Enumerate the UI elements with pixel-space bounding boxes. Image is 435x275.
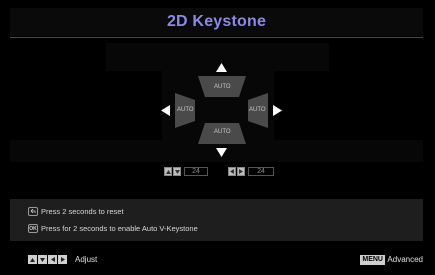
top-auto-label: AUTO <box>214 84 231 90</box>
horizontal-keystone-control[interactable]: 24 <box>228 166 274 177</box>
menu-key-icon[interactable]: MENU <box>360 255 385 265</box>
adjust-keys: Adjust <box>28 255 97 264</box>
right-arrow-icon[interactable] <box>273 105 282 116</box>
advanced-label: Advanced <box>387 255 423 264</box>
up-key-icon <box>164 167 172 176</box>
reset-hint-text: Press 2 seconds to reset <box>41 207 124 216</box>
right-key-icon <box>58 255 67 264</box>
right-auto-label: AUTO <box>249 107 266 113</box>
left-key-icon <box>48 255 57 264</box>
bottom-auto-label: AUTO <box>214 129 231 135</box>
down-key-icon <box>38 255 47 264</box>
left-key-icon <box>228 167 236 176</box>
up-arrow-icon[interactable] <box>216 63 227 72</box>
down-key-icon <box>173 167 181 176</box>
left-arrow-icon[interactable] <box>161 105 170 116</box>
footer-bar: Adjust MENU Advanced <box>10 249 423 269</box>
up-key-icon <box>28 255 37 264</box>
down-arrow-icon[interactable] <box>216 148 227 157</box>
auto-keystone-hint: OK Press for 2 seconds to enable Auto V-… <box>28 224 198 233</box>
ok-icon: OK <box>28 224 38 233</box>
right-key-icon <box>237 167 245 176</box>
vertical-keystone-control[interactable]: 24 <box>164 166 208 177</box>
left-auto-label: AUTO <box>177 107 194 113</box>
horizontal-value: 24 <box>248 167 274 176</box>
adjust-label: Adjust <box>75 255 98 264</box>
hint-panel: Press 2 seconds to reset OK Press for 2 … <box>10 199 423 241</box>
back-icon <box>28 207 38 216</box>
reset-hint: Press 2 seconds to reset <box>28 207 124 216</box>
auto-keystone-hint-text: Press for 2 seconds to enable Auto V-Key… <box>41 224 198 233</box>
vertical-value: 24 <box>184 167 208 176</box>
